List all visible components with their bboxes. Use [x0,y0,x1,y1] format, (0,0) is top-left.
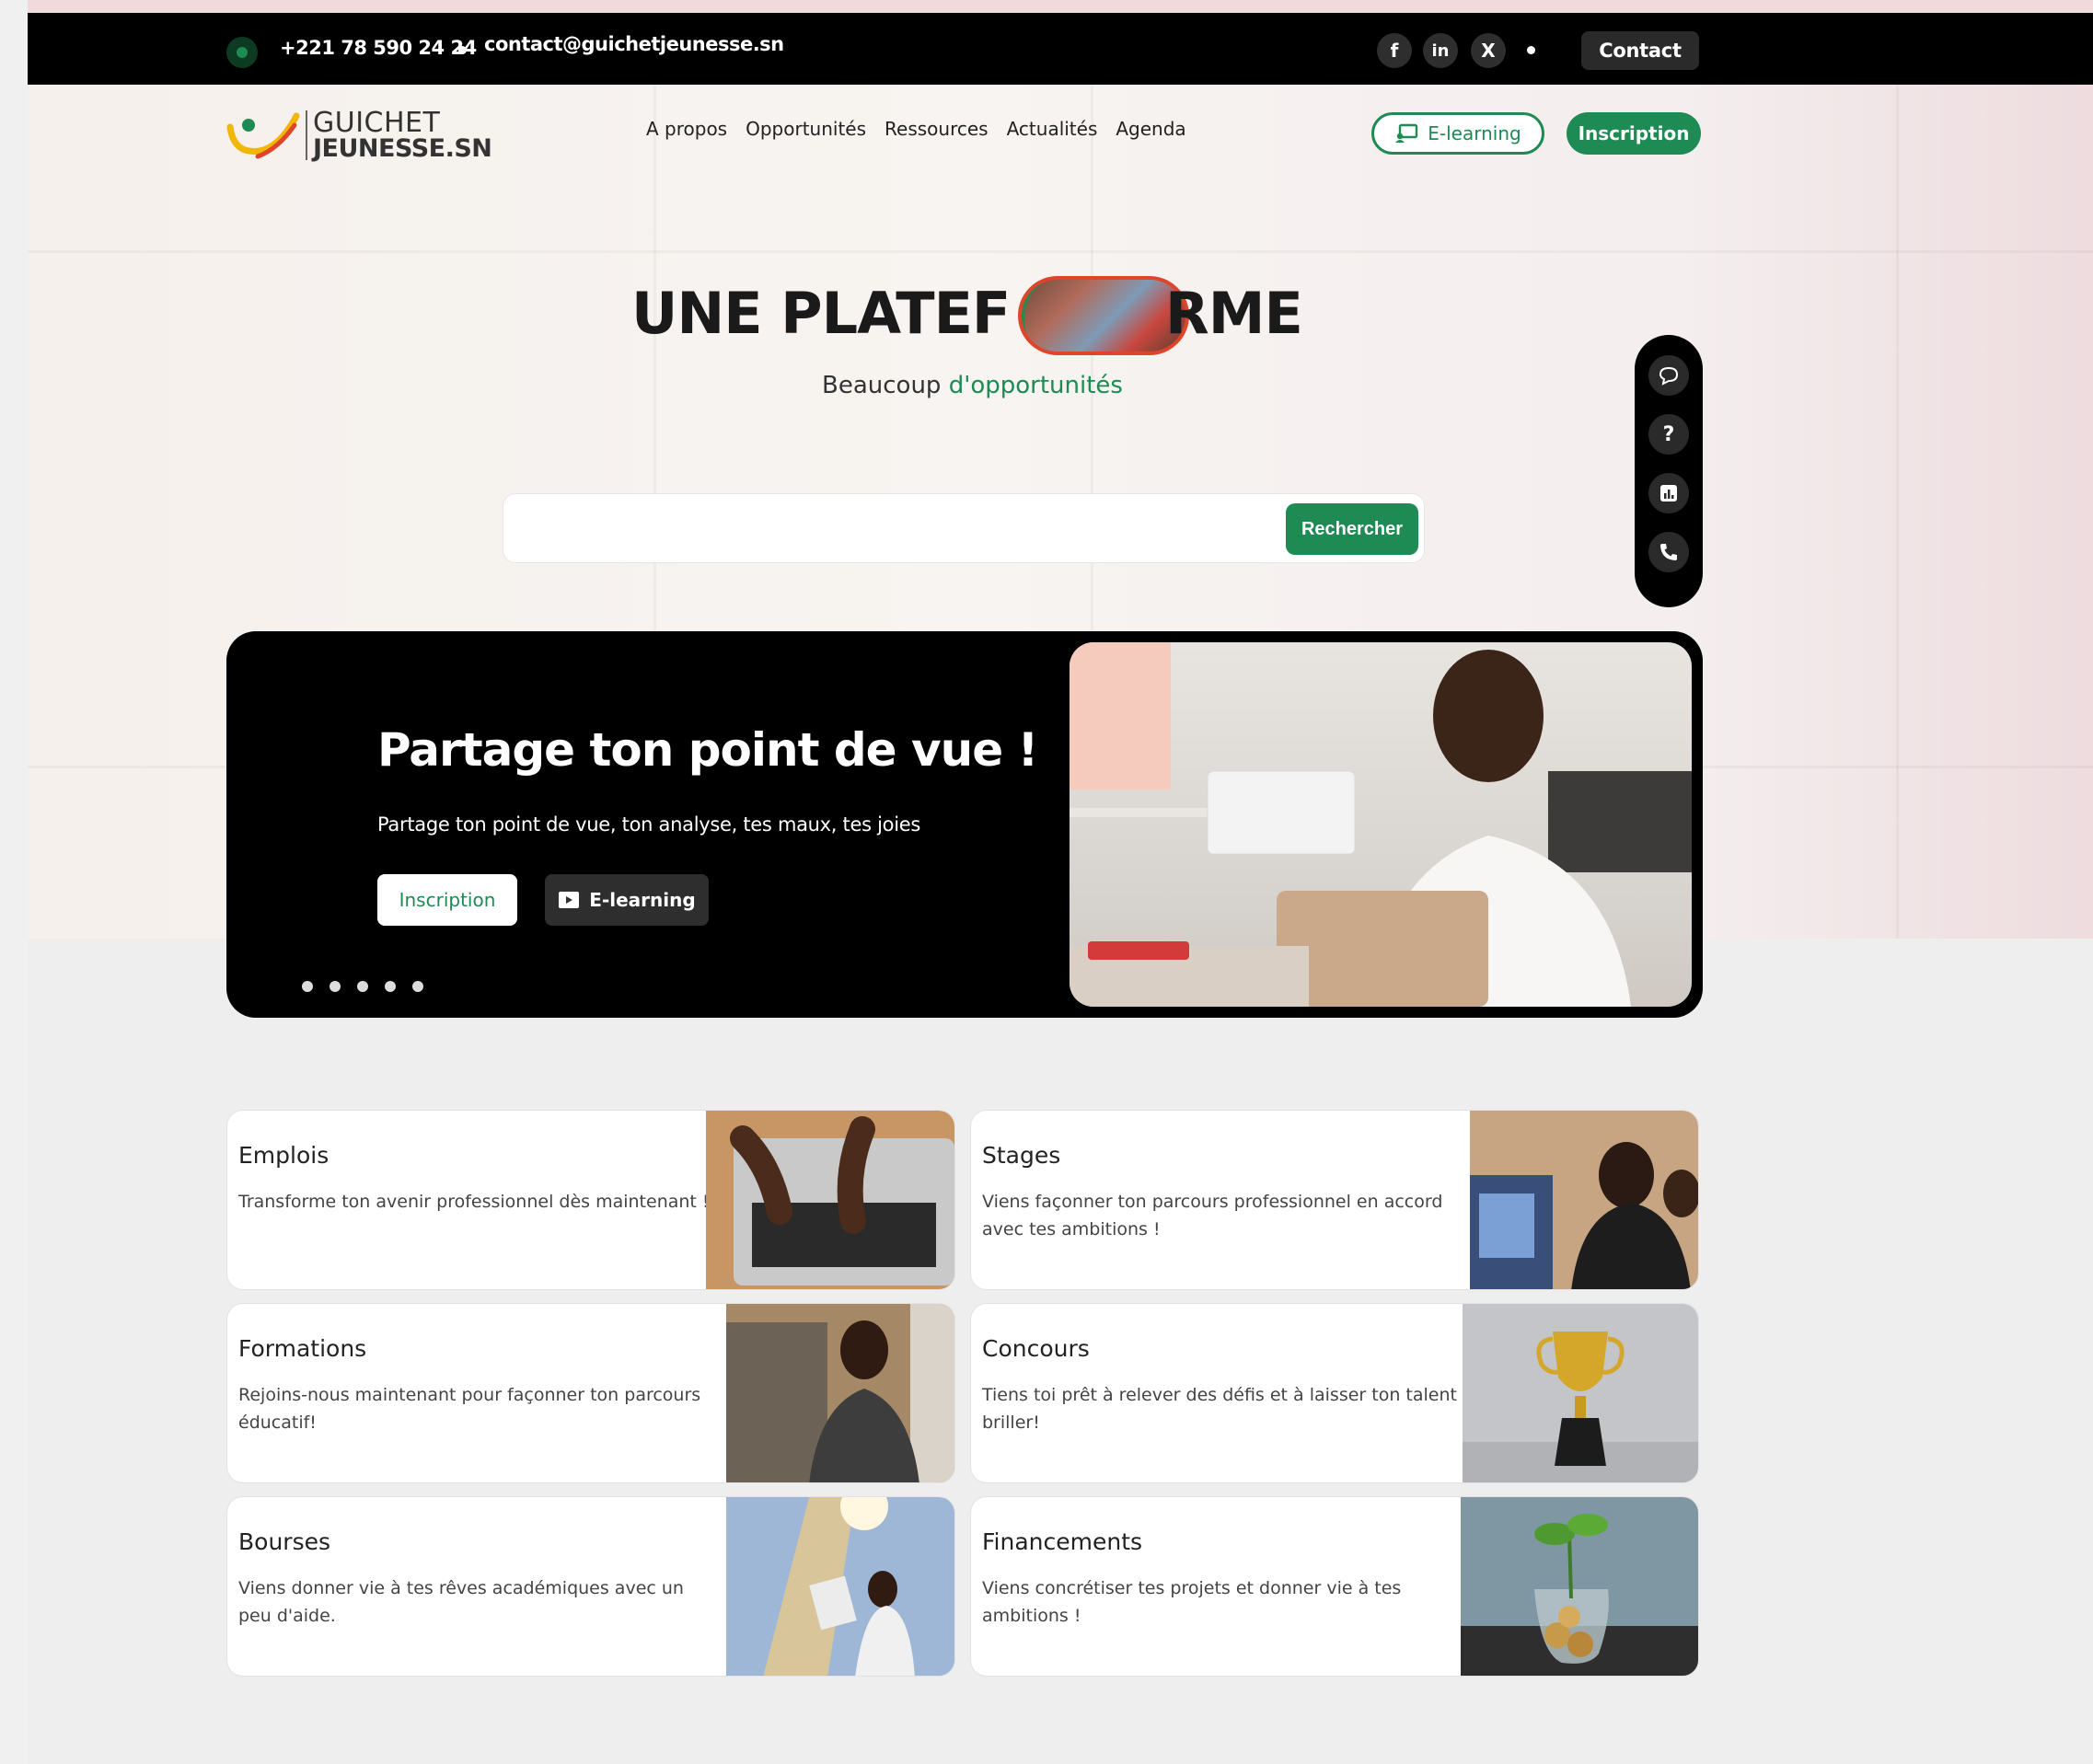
card-image-student [726,1304,954,1482]
card-title: Bourses [238,1528,330,1555]
card-image-trophy [1463,1304,1698,1482]
nav-item-a-propos[interactable]: A propos [646,118,727,140]
logo-divider [306,110,307,160]
card-title: Formations [238,1335,367,1362]
card-concours[interactable]: Concours Tiens toi prêt à relever des dé… [970,1303,1699,1483]
contact-button[interactable]: Contact [1581,31,1699,70]
monitor-user-icon [1395,123,1418,143]
nav-item-opportunites[interactable]: Opportunités [746,118,866,140]
card-image-students [1470,1111,1698,1289]
card-image-graduate [726,1497,954,1676]
grid-line [28,250,2093,253]
slide-elearning-label: E-learning [589,889,696,911]
card-title: Financements [982,1528,1143,1555]
slide-title: Partage ton point de vue ! [377,723,1038,777]
elearning-label: E-learning [1428,122,1521,144]
video-player-icon [559,892,580,908]
top-edge [28,0,2093,13]
x-twitter-icon[interactable]: X [1471,33,1506,68]
hero-pill-photo [1018,276,1189,355]
slide-elearning-button[interactable]: E-learning [545,874,709,926]
top-bar: +221 78 590 24 24 contact@guichetjeuness… [28,13,2093,85]
card-formations[interactable]: Formations Rejoins-nous maintenant pour … [226,1303,955,1483]
slide-text: Partage ton point de vue, ton analyse, t… [377,813,921,836]
phone-call-icon[interactable] [1648,532,1689,572]
card-description: Viens concrétiser tes projets et donner … [982,1578,1402,1626]
slider-dot[interactable] [385,981,396,992]
search-input[interactable] [522,507,1258,551]
phone-number[interactable]: +221 78 590 24 24 [280,37,477,59]
nav-item-agenda[interactable]: Agenda [1116,118,1185,140]
chart-icon[interactable] [1648,473,1689,513]
card-description: Transforme ton avenir professionnel dès … [238,1192,710,1212]
separator-dot [1527,46,1535,54]
hero-slider: Partage ton point de vue ! Partage ton p… [226,631,1703,1018]
chat-icon[interactable] [1648,355,1689,396]
elearning-button[interactable]: E-learning [1371,112,1544,155]
card-description: Viens donner vie à tes rêves académiques… [238,1578,684,1626]
slide-inscription-button[interactable]: Inscription [377,874,517,926]
slider-dot[interactable] [330,981,341,992]
help-icon[interactable]: ? [1648,414,1689,455]
page: +221 78 590 24 24 contact@guichetjeuness… [28,0,2093,1764]
card-emplois[interactable]: Emplois Transforme ton avenir profession… [226,1110,955,1290]
hero-title-left: UNE PLATEF [631,280,1011,347]
nav-item-actualites[interactable]: Actualités [1007,118,1098,140]
logo-text-line2: JEUNESSE.SN [313,134,492,163]
slider-dots [302,981,423,992]
linkedin-icon[interactable]: in [1423,33,1458,68]
search-bar: Rechercher [503,493,1425,563]
nav-item-ressources[interactable]: Ressources [885,118,989,140]
card-title: Stages [982,1142,1061,1169]
card-image-laptop [706,1111,954,1289]
slider-dot[interactable] [412,981,423,992]
slider-dot[interactable] [302,981,313,992]
card-title: Emplois [238,1142,330,1169]
card-title: Concours [982,1335,1090,1362]
hero-title: UNE PLATEF RME [631,276,1690,355]
phone-icon [226,37,258,68]
site-logo[interactable]: GUICHET JEUNESSE.SN [225,107,492,164]
inscription-button[interactable]: Inscription [1567,112,1701,155]
slide-photo [1070,642,1692,1007]
card-image-plant-coins [1461,1497,1698,1676]
card-description: Tiens toi prêt à relever des défis et à … [982,1385,1457,1433]
card-stages[interactable]: Stages Viens façonner ton parcours profe… [970,1110,1699,1290]
card-description: Viens façonner ton parcours professionne… [982,1192,1443,1239]
card-bourses[interactable]: Bourses Viens donner vie à tes rêves aca… [226,1496,955,1677]
grid-line [1896,85,1899,939]
card-financements[interactable]: Financements Viens concrétiser tes proje… [970,1496,1699,1677]
search-button[interactable]: Rechercher [1286,503,1418,555]
slider-dot[interactable] [357,981,368,992]
separator-dot [458,46,467,54]
hero-subtitle-text: Beaucoup [822,372,942,399]
facebook-icon[interactable]: f [1377,33,1412,68]
main-nav: A propos Opportunités Ressources Actuali… [646,118,1186,140]
hero-title-right: RME [1165,280,1303,347]
hero-subtitle-highlight: d'opportunités [948,372,1123,399]
floating-toolbar: ? [1635,335,1703,607]
logo-mark-icon [226,112,300,159]
card-description: Rejoins-nous maintenant pour façonner to… [238,1385,701,1433]
hero-subtitle: Beaucoup d'opportunités [822,372,1123,399]
email-link[interactable]: contact@guichetjeunesse.sn [484,33,784,55]
